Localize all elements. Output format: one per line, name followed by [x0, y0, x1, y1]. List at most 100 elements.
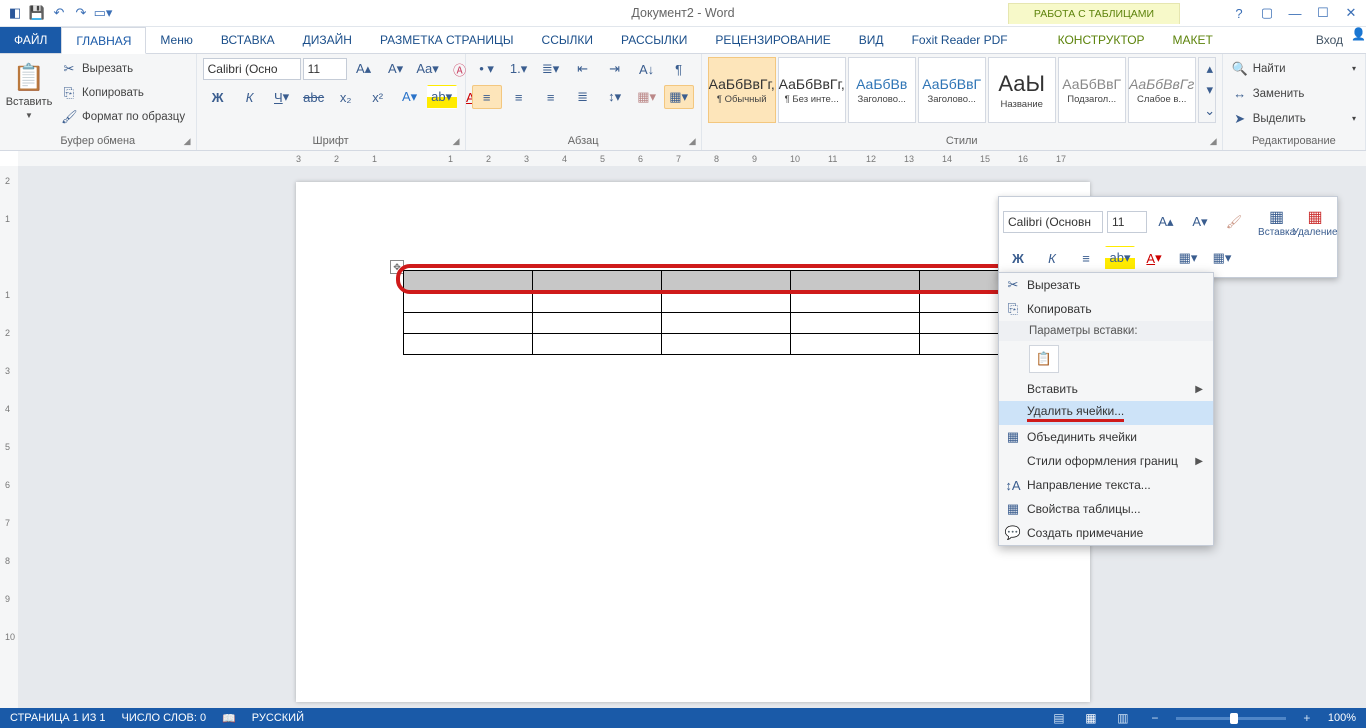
- zoom-in-icon[interactable]: +: [1296, 710, 1318, 726]
- outdent-icon[interactable]: ⇤: [568, 57, 598, 81]
- tab-insert[interactable]: ВСТАВКА: [207, 27, 289, 53]
- ctx-delete-cells[interactable]: Удалить ячейки...: [999, 401, 1213, 425]
- align-right-icon[interactable]: ≡: [536, 85, 566, 109]
- indent-icon[interactable]: ⇥: [600, 57, 630, 81]
- ruler-vertical[interactable]: 2112345678910: [0, 166, 19, 708]
- ctx-text-direction[interactable]: ↕AНаправление текста...: [999, 473, 1213, 497]
- style-nospacing[interactable]: АаБбВвГг,¶ Без инте...: [778, 57, 846, 123]
- tab-mailings[interactable]: РАССЫЛКИ: [607, 27, 701, 53]
- redo-icon[interactable]: ↷: [70, 2, 92, 24]
- tab-foxit[interactable]: Foxit Reader PDF: [898, 27, 1022, 53]
- line-spacing-icon[interactable]: ↕▾: [600, 85, 630, 109]
- ctx-copy[interactable]: ⎘Копировать: [999, 297, 1213, 321]
- format-painter-button[interactable]: 🖌Формат по образцу: [58, 105, 188, 128]
- zoom-slider[interactable]: [1176, 717, 1286, 720]
- subscript-button[interactable]: x₂: [331, 85, 361, 109]
- ctx-insert[interactable]: Вставить▶: [999, 377, 1213, 401]
- find-button[interactable]: 🔍Найти▾: [1229, 57, 1359, 80]
- ctx-cut[interactable]: ✂Вырезать: [999, 273, 1213, 297]
- align-left-icon[interactable]: ≡: [472, 85, 502, 109]
- mini-shrink-icon[interactable]: A▾: [1185, 210, 1215, 234]
- change-case-icon[interactable]: Aa▾: [413, 57, 443, 81]
- styles-more-icon[interactable]: ⌄: [1199, 101, 1221, 122]
- paragraph-dialog-icon[interactable]: ◢: [686, 135, 699, 148]
- mini-size-combo[interactable]: [1107, 211, 1147, 233]
- document-canvas[interactable]: ✥ A▴ A▾ 🖌 ▦Вставка ▦Удаление Ж К ≡ ab▾ A…: [18, 166, 1366, 708]
- zoom-out-icon[interactable]: −: [1144, 710, 1166, 726]
- cut-button[interactable]: ✂Вырезать: [58, 57, 188, 80]
- style-heading2[interactable]: АаБбВвГЗаголово...: [918, 57, 986, 123]
- style-heading1[interactable]: АаБбВвЗаголово...: [848, 57, 916, 123]
- save-icon[interactable]: 💾: [26, 2, 48, 24]
- italic-button[interactable]: К: [235, 85, 265, 109]
- tab-layout[interactable]: РАЗМЕТКА СТРАНИЦЫ: [366, 27, 528, 53]
- view-print-icon[interactable]: ▦: [1080, 710, 1102, 726]
- mini-delete-button[interactable]: ▦Удаление: [1297, 201, 1333, 243]
- mini-shading-icon[interactable]: ▦▾: [1173, 246, 1203, 270]
- style-subtitle[interactable]: АаБбВвГПодзагол...: [1058, 57, 1126, 123]
- mini-fontcolor-icon[interactable]: A▾: [1139, 246, 1169, 270]
- paste-button[interactable]: 📋 Вставить ▼: [6, 57, 52, 125]
- underline-button[interactable]: Ч▾: [267, 85, 297, 109]
- tab-menu[interactable]: Меню: [146, 27, 206, 53]
- copy-button[interactable]: ⎘Копировать: [58, 81, 188, 104]
- mini-format-painter-icon[interactable]: 🖌: [1219, 210, 1249, 234]
- numbering-icon[interactable]: 1.▾: [504, 57, 534, 81]
- close-icon[interactable]: ✕: [1340, 2, 1362, 24]
- status-words[interactable]: ЧИСЛО СЛОВ: 0: [122, 712, 207, 724]
- styles-gallery[interactable]: АаБбВвГг,¶ Обычный АаБбВвГг,¶ Без инте..…: [708, 57, 1216, 123]
- highlight-icon[interactable]: ab▾: [427, 85, 457, 109]
- view-read-icon[interactable]: ▤: [1048, 710, 1070, 726]
- maximize-icon[interactable]: ☐: [1312, 2, 1334, 24]
- zoom-value[interactable]: 100%: [1328, 712, 1356, 724]
- mini-highlight-icon[interactable]: ab▾: [1105, 246, 1135, 270]
- status-language[interactable]: РУССКИЙ: [252, 712, 304, 724]
- table[interactable]: [403, 270, 1049, 355]
- tab-view[interactable]: ВИД: [845, 27, 898, 53]
- ctx-merge-cells[interactable]: ▦Объединить ячейки: [999, 425, 1213, 449]
- mini-italic-icon[interactable]: К: [1037, 246, 1067, 270]
- paste-keep-formatting-icon[interactable]: 📋: [1029, 345, 1059, 373]
- strike-button[interactable]: abc: [299, 85, 329, 109]
- mini-bold-icon[interactable]: Ж: [1003, 246, 1033, 270]
- tab-references[interactable]: ССЫЛКИ: [528, 27, 607, 53]
- ctx-border-styles[interactable]: Стили оформления границ▶: [999, 449, 1213, 473]
- styles-down-icon[interactable]: ▾: [1199, 79, 1221, 100]
- help-icon[interactable]: ?: [1228, 2, 1250, 24]
- status-proofing-icon[interactable]: 📖: [222, 712, 236, 725]
- mini-align-icon[interactable]: ≡: [1071, 246, 1101, 270]
- status-page[interactable]: СТРАНИЦА 1 ИЗ 1: [10, 712, 106, 724]
- align-center-icon[interactable]: ≡: [504, 85, 534, 109]
- new-doc-icon[interactable]: ▭▾: [92, 2, 114, 24]
- select-button[interactable]: ➤Выделить▾: [1229, 107, 1359, 130]
- tab-table-layout[interactable]: МАКЕТ: [1159, 27, 1227, 53]
- tab-file[interactable]: ФАЙЛ: [0, 27, 61, 53]
- justify-icon[interactable]: ≣: [568, 85, 598, 109]
- tab-table-design[interactable]: КОНСТРУКТОР: [1044, 27, 1159, 53]
- mini-grow-icon[interactable]: A▴: [1151, 210, 1181, 234]
- ribbon-opts-icon[interactable]: ▢: [1256, 2, 1278, 24]
- bold-button[interactable]: Ж: [203, 85, 233, 109]
- bullets-icon[interactable]: • ▾: [472, 57, 502, 81]
- sign-in[interactable]: Вход: [1308, 27, 1351, 53]
- mini-insert-button[interactable]: ▦Вставка: [1260, 201, 1293, 243]
- mini-font-combo[interactable]: [1003, 211, 1103, 233]
- font-dialog-icon[interactable]: ◢: [450, 135, 463, 148]
- font-combo[interactable]: [203, 58, 301, 80]
- text-effects-icon[interactable]: A▾: [395, 85, 425, 109]
- sort-icon[interactable]: A↓: [632, 57, 662, 81]
- styles-up-icon[interactable]: ▴: [1199, 58, 1221, 79]
- view-web-icon[interactable]: ▥: [1112, 710, 1134, 726]
- minimize-icon[interactable]: —: [1284, 2, 1306, 24]
- style-normal[interactable]: АаБбВвГг,¶ Обычный: [708, 57, 776, 123]
- tab-design[interactable]: ДИЗАЙН: [289, 27, 366, 53]
- clipboard-dialog-icon[interactable]: ◢: [181, 135, 194, 148]
- multilevel-icon[interactable]: ≣▾: [536, 57, 566, 81]
- ctx-table-properties[interactable]: ▦Свойства таблицы...: [999, 497, 1213, 521]
- mini-borders-icon[interactable]: ▦▾: [1207, 246, 1237, 270]
- grow-font-icon[interactable]: A▴: [349, 57, 379, 81]
- table-move-handle[interactable]: ✥: [390, 260, 404, 274]
- style-subtle[interactable]: АаБбВвГгСлабое в...: [1128, 57, 1196, 123]
- tab-review[interactable]: РЕЦЕНЗИРОВАНИЕ: [701, 27, 844, 53]
- user-avatar[interactable]: 👤: [1351, 27, 1366, 53]
